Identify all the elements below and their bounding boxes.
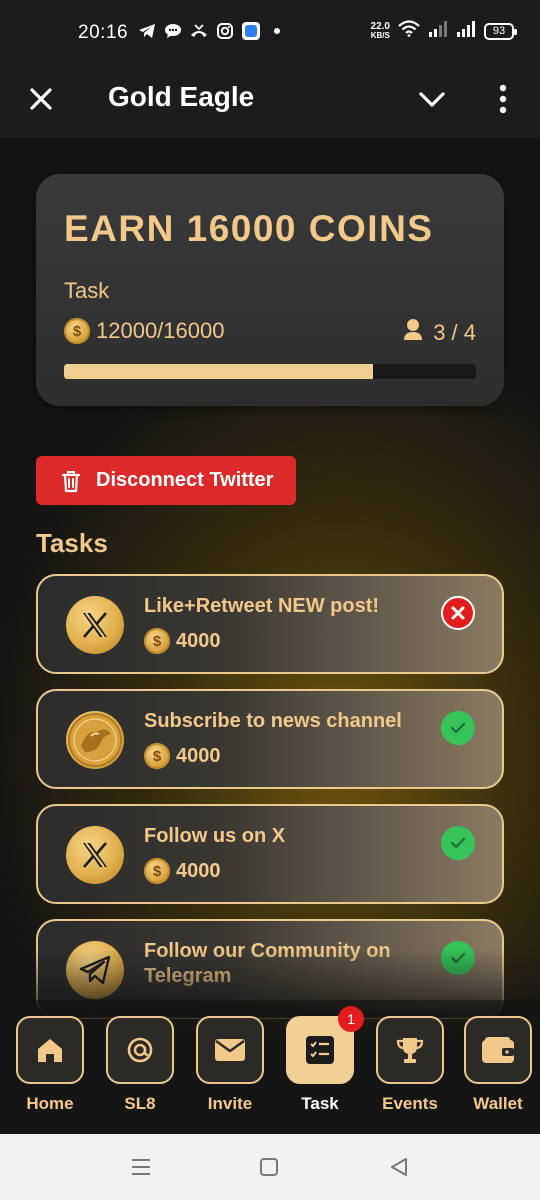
notification-badge: 1 — [338, 1006, 364, 1032]
network-speed: 22.0 KB/S — [370, 22, 390, 41]
home-icon — [38, 1039, 62, 1062]
recent-apps-icon[interactable] — [130, 1156, 154, 1178]
task-reward-amount: 4000 — [176, 629, 221, 652]
disconnect-twitter-label: Disconnect Twitter — [96, 469, 274, 491]
system-navigation-bar — [0, 1134, 540, 1200]
battery-indicator: 93 — [484, 22, 517, 40]
app-icon — [242, 22, 260, 40]
wallet-icon — [482, 1037, 514, 1063]
nav-label: Wallet — [473, 1094, 523, 1113]
task-list: Like+Retweet NEW post! $ 4000 Subscribe … — [36, 574, 504, 1034]
app-header: Gold Eagle — [0, 62, 540, 138]
x-logo-icon — [66, 826, 124, 884]
coin-icon: $ — [144, 743, 170, 769]
trash-icon — [61, 470, 81, 492]
battery-level: 93 — [492, 25, 506, 37]
task-reward-amount: 4000 — [176, 744, 221, 767]
users-progress-text: 3 / 4 — [433, 320, 476, 345]
nav-label: SL8 — [124, 1094, 156, 1113]
nav-task[interactable]: 1 Task — [284, 1006, 364, 1114]
nav-sl8[interactable]: SL8 — [104, 1016, 176, 1114]
dot-icon — [268, 22, 286, 40]
system-status-icons: 22.0 KB/S 93 — [370, 20, 517, 42]
coin-progress-text: 12000/16000 — [96, 318, 225, 343]
completed-check-icon — [441, 826, 475, 860]
bottom-navigation: Home SL8 Invite 1 Task Events Wallet — [0, 1000, 540, 1134]
missed-call-icon — [190, 22, 208, 40]
earn-progress-bar — [64, 364, 476, 379]
coin-icon: $ — [64, 318, 90, 344]
task-title: Follow us on X — [144, 825, 286, 847]
nav-sl8-button[interactable] — [106, 1016, 174, 1084]
user-icon — [403, 318, 423, 348]
nav-task-button[interactable]: 1 — [286, 1006, 364, 1084]
task-title: Follow our Community on Telegram — [144, 940, 391, 987]
task-reward: $ 4000 — [144, 858, 221, 884]
nav-wallet[interactable]: Wallet — [462, 1016, 534, 1114]
wifi-icon — [398, 20, 420, 42]
coin-progress: $ 12000/16000 — [64, 318, 224, 344]
completed-check-icon — [441, 711, 475, 745]
nav-label: Events — [382, 1094, 438, 1113]
earn-progress-fill — [64, 364, 373, 379]
instagram-icon — [216, 22, 234, 40]
signal-icon — [428, 20, 448, 42]
nav-invite-button[interactable] — [196, 1016, 264, 1084]
telegram-icon — [138, 22, 156, 40]
nav-home[interactable]: Home — [14, 1016, 86, 1114]
task-title: Subscribe to news channel — [144, 710, 402, 732]
more-options-icon[interactable] — [488, 82, 518, 116]
tasks-heading: Tasks — [36, 528, 108, 558]
x-logo-icon — [66, 596, 124, 654]
chat-icon — [164, 22, 182, 40]
network-speed-unit: KB/S — [370, 31, 390, 40]
nav-events[interactable]: Events — [374, 1016, 446, 1114]
nav-label: Invite — [207, 1094, 253, 1113]
chevron-down-icon[interactable] — [414, 82, 450, 116]
task-reward-amount: 4000 — [176, 859, 221, 882]
status-time: 20:16 — [78, 22, 129, 43]
app-title: Gold Eagle — [108, 81, 255, 112]
trophy-icon — [396, 1038, 424, 1063]
nav-home-button[interactable] — [16, 1016, 84, 1084]
coin-icon: $ — [144, 628, 170, 654]
task-reward: $ 4000 — [144, 628, 221, 654]
notification-icons — [138, 22, 286, 40]
users-progress: 3 / 4 — [403, 318, 476, 348]
telegram-icon — [66, 941, 124, 999]
earn-card-title: EARN 16000 COINS — [64, 208, 434, 249]
nav-invite[interactable]: Invite — [194, 1016, 266, 1114]
gold-eagle-coin-icon — [66, 711, 124, 769]
nav-wallet-button[interactable] — [464, 1016, 532, 1084]
close-icon[interactable] — [24, 82, 58, 116]
nav-label: Task — [301, 1094, 339, 1113]
earn-card-subtitle: Task — [64, 278, 110, 303]
completed-check-icon — [441, 941, 475, 975]
status-bar: 20:16 22.0 KB/S 93 — [0, 0, 540, 62]
task-page-content: EARN 16000 COINS Task $ 12000/16000 3 / … — [0, 138, 540, 1134]
nav-label: Home — [26, 1094, 74, 1113]
signal-icon — [456, 20, 476, 42]
mail-icon — [215, 1039, 245, 1061]
task-reward: $ 4000 — [144, 743, 221, 769]
earn-progress-card: EARN 16000 COINS Task $ 12000/16000 3 / … — [36, 174, 504, 406]
task-item-subscribe-news[interactable]: Subscribe to news channel $ 4000 — [36, 689, 504, 789]
task-item-follow-x[interactable]: Follow us on X $ 4000 — [36, 804, 504, 904]
nav-events-button[interactable] — [376, 1016, 444, 1084]
back-triangle-icon[interactable] — [388, 1156, 412, 1178]
coin-icon: $ — [144, 858, 170, 884]
disconnect-twitter-button[interactable]: Disconnect Twitter — [36, 456, 296, 505]
home-square-icon[interactable] — [258, 1156, 282, 1178]
failed-status-icon — [441, 596, 475, 630]
checklist-icon — [306, 1036, 334, 1064]
task-title: Like+Retweet NEW post! — [144, 595, 380, 617]
task-item-like-retweet[interactable]: Like+Retweet NEW post! $ 4000 — [36, 574, 504, 674]
at-icon — [127, 1037, 153, 1063]
